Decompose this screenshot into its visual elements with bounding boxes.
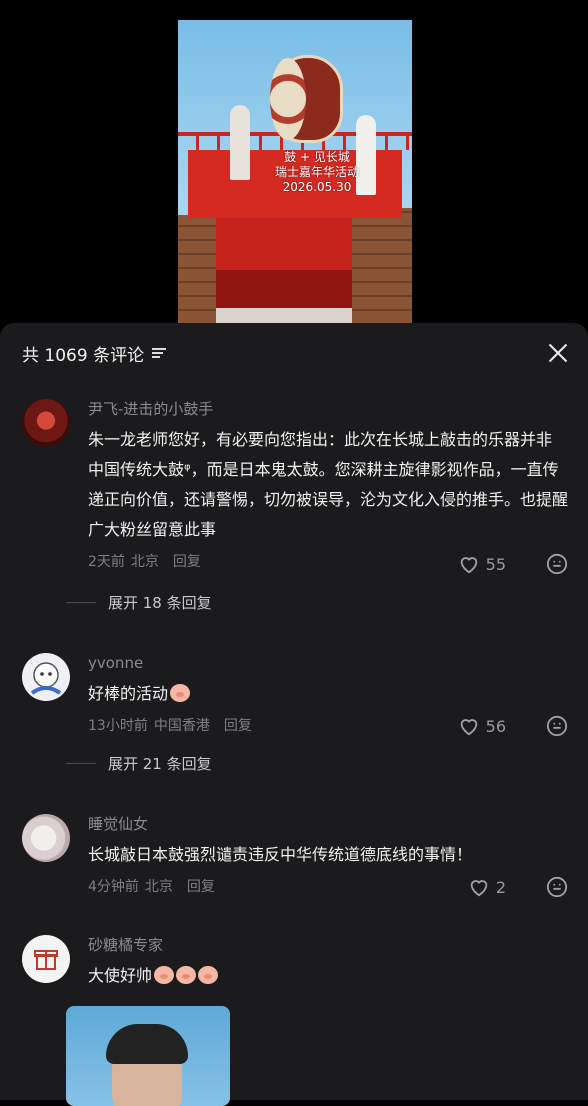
comment-username[interactable]: 砂糖橘专家 bbox=[88, 935, 568, 955]
comment-body: 尹飞-进击的小鼓手 朱一龙老师您好，有必要向您指出：此次在长城上敲击的乐器并非 … bbox=[88, 399, 568, 571]
pig-emoji-icon bbox=[154, 966, 175, 984]
comment-location: 北京 bbox=[144, 879, 173, 895]
comment-header[interactable]: 共 1069 条评论 bbox=[22, 341, 167, 366]
pig-emoji-icon bbox=[176, 966, 197, 984]
heart-icon[interactable] bbox=[458, 715, 480, 737]
comment-username[interactable]: 尹飞-进击的小鼓手 bbox=[88, 399, 568, 419]
heart-icon[interactable] bbox=[458, 553, 480, 575]
comment-text: 长城敲日本鼓强烈谴责违反中华传统道德底线的事情！ bbox=[88, 845, 473, 864]
reply-button[interactable]: 回复 bbox=[187, 876, 215, 896]
close-icon[interactable] bbox=[548, 343, 568, 363]
great-wall-right bbox=[352, 208, 412, 325]
cartoon-avatar-icon bbox=[30, 662, 62, 695]
comment-text: 大使好帅 bbox=[88, 961, 568, 991]
great-wall-left bbox=[178, 215, 216, 325]
comment-location: 北京 bbox=[130, 554, 159, 570]
expand-replies-label: 展开 18 条回复 bbox=[108, 594, 212, 612]
avatar[interactable] bbox=[22, 399, 70, 447]
comment-actions: 55 bbox=[458, 553, 568, 575]
expand-divider bbox=[66, 602, 96, 603]
like-count: 55 bbox=[485, 554, 506, 574]
comment-count-title: 共 1069 条评论 bbox=[22, 346, 145, 366]
drum-face bbox=[270, 58, 306, 140]
heart-icon[interactable] bbox=[468, 876, 490, 898]
photo-hair bbox=[106, 1024, 188, 1064]
caption-date: 2026.05.30 bbox=[282, 180, 352, 194]
comment-username[interactable]: 睡觉仙女 bbox=[88, 814, 568, 834]
avatar[interactable] bbox=[22, 814, 70, 862]
comment-time: 4分钟前 bbox=[88, 879, 139, 895]
stage-shadow bbox=[216, 270, 352, 308]
avatar[interactable] bbox=[22, 653, 70, 701]
comment-time: 13小时前 bbox=[88, 718, 148, 734]
sort-lines-icon[interactable] bbox=[152, 348, 167, 359]
comment-body: 砂糖橘专家 大使好帅 bbox=[88, 935, 568, 991]
caption-line-1: 鼓 + 见长城 bbox=[284, 150, 350, 164]
gift-icon bbox=[34, 950, 58, 970]
comment-username[interactable]: yvonne bbox=[88, 653, 568, 673]
comment-actions: 56 bbox=[458, 715, 568, 737]
expand-replies[interactable]: 展开 18 条回复 bbox=[66, 592, 212, 613]
like-count: 56 bbox=[485, 716, 506, 736]
expand-replies[interactable]: 展开 21 条回复 bbox=[66, 753, 212, 774]
video-caption: 鼓 + 见长城 瑞士嘉年华活动 2026.05.30 bbox=[252, 150, 382, 195]
comment-text: 好棒的活动 bbox=[88, 679, 568, 709]
pig-emoji-icon bbox=[198, 966, 219, 984]
reply-button[interactable]: 回复 bbox=[173, 551, 201, 571]
expand-replies-label: 展开 21 条回复 bbox=[108, 755, 212, 773]
expand-divider bbox=[66, 763, 96, 764]
comment-location: 中国香港 bbox=[153, 718, 210, 734]
pig-emoji-icon bbox=[170, 684, 191, 702]
comment-actions: 2 bbox=[468, 876, 568, 898]
emoji-reaction-icon[interactable] bbox=[546, 876, 568, 898]
emoji-reaction-icon[interactable] bbox=[546, 715, 568, 737]
reply-button[interactable]: 回复 bbox=[224, 715, 252, 735]
comment-text: 朱一龙老师您好，有必要向您指出：此次在长城上敲击的乐器并非 中国传统大鼓ᵠ，而是… bbox=[88, 430, 569, 539]
comment-sheet: 共 1069 条评论 尹飞-进击的小鼓手 朱一龙老师您好，有必要向您指出：此次在… bbox=[0, 323, 588, 1106]
like-count: 2 bbox=[495, 877, 506, 897]
comment-photo[interactable] bbox=[66, 1006, 230, 1106]
emoji-reaction-icon[interactable] bbox=[546, 553, 568, 575]
video-thumbnail[interactable]: 鼓 + 见长城 瑞士嘉年华活动 2026.05.30 bbox=[178, 20, 412, 325]
avatar[interactable] bbox=[22, 935, 70, 983]
performer-left bbox=[230, 105, 250, 180]
caption-line-2: 瑞士嘉年华活动 bbox=[274, 165, 359, 179]
comment-time: 2天前 bbox=[88, 554, 125, 570]
